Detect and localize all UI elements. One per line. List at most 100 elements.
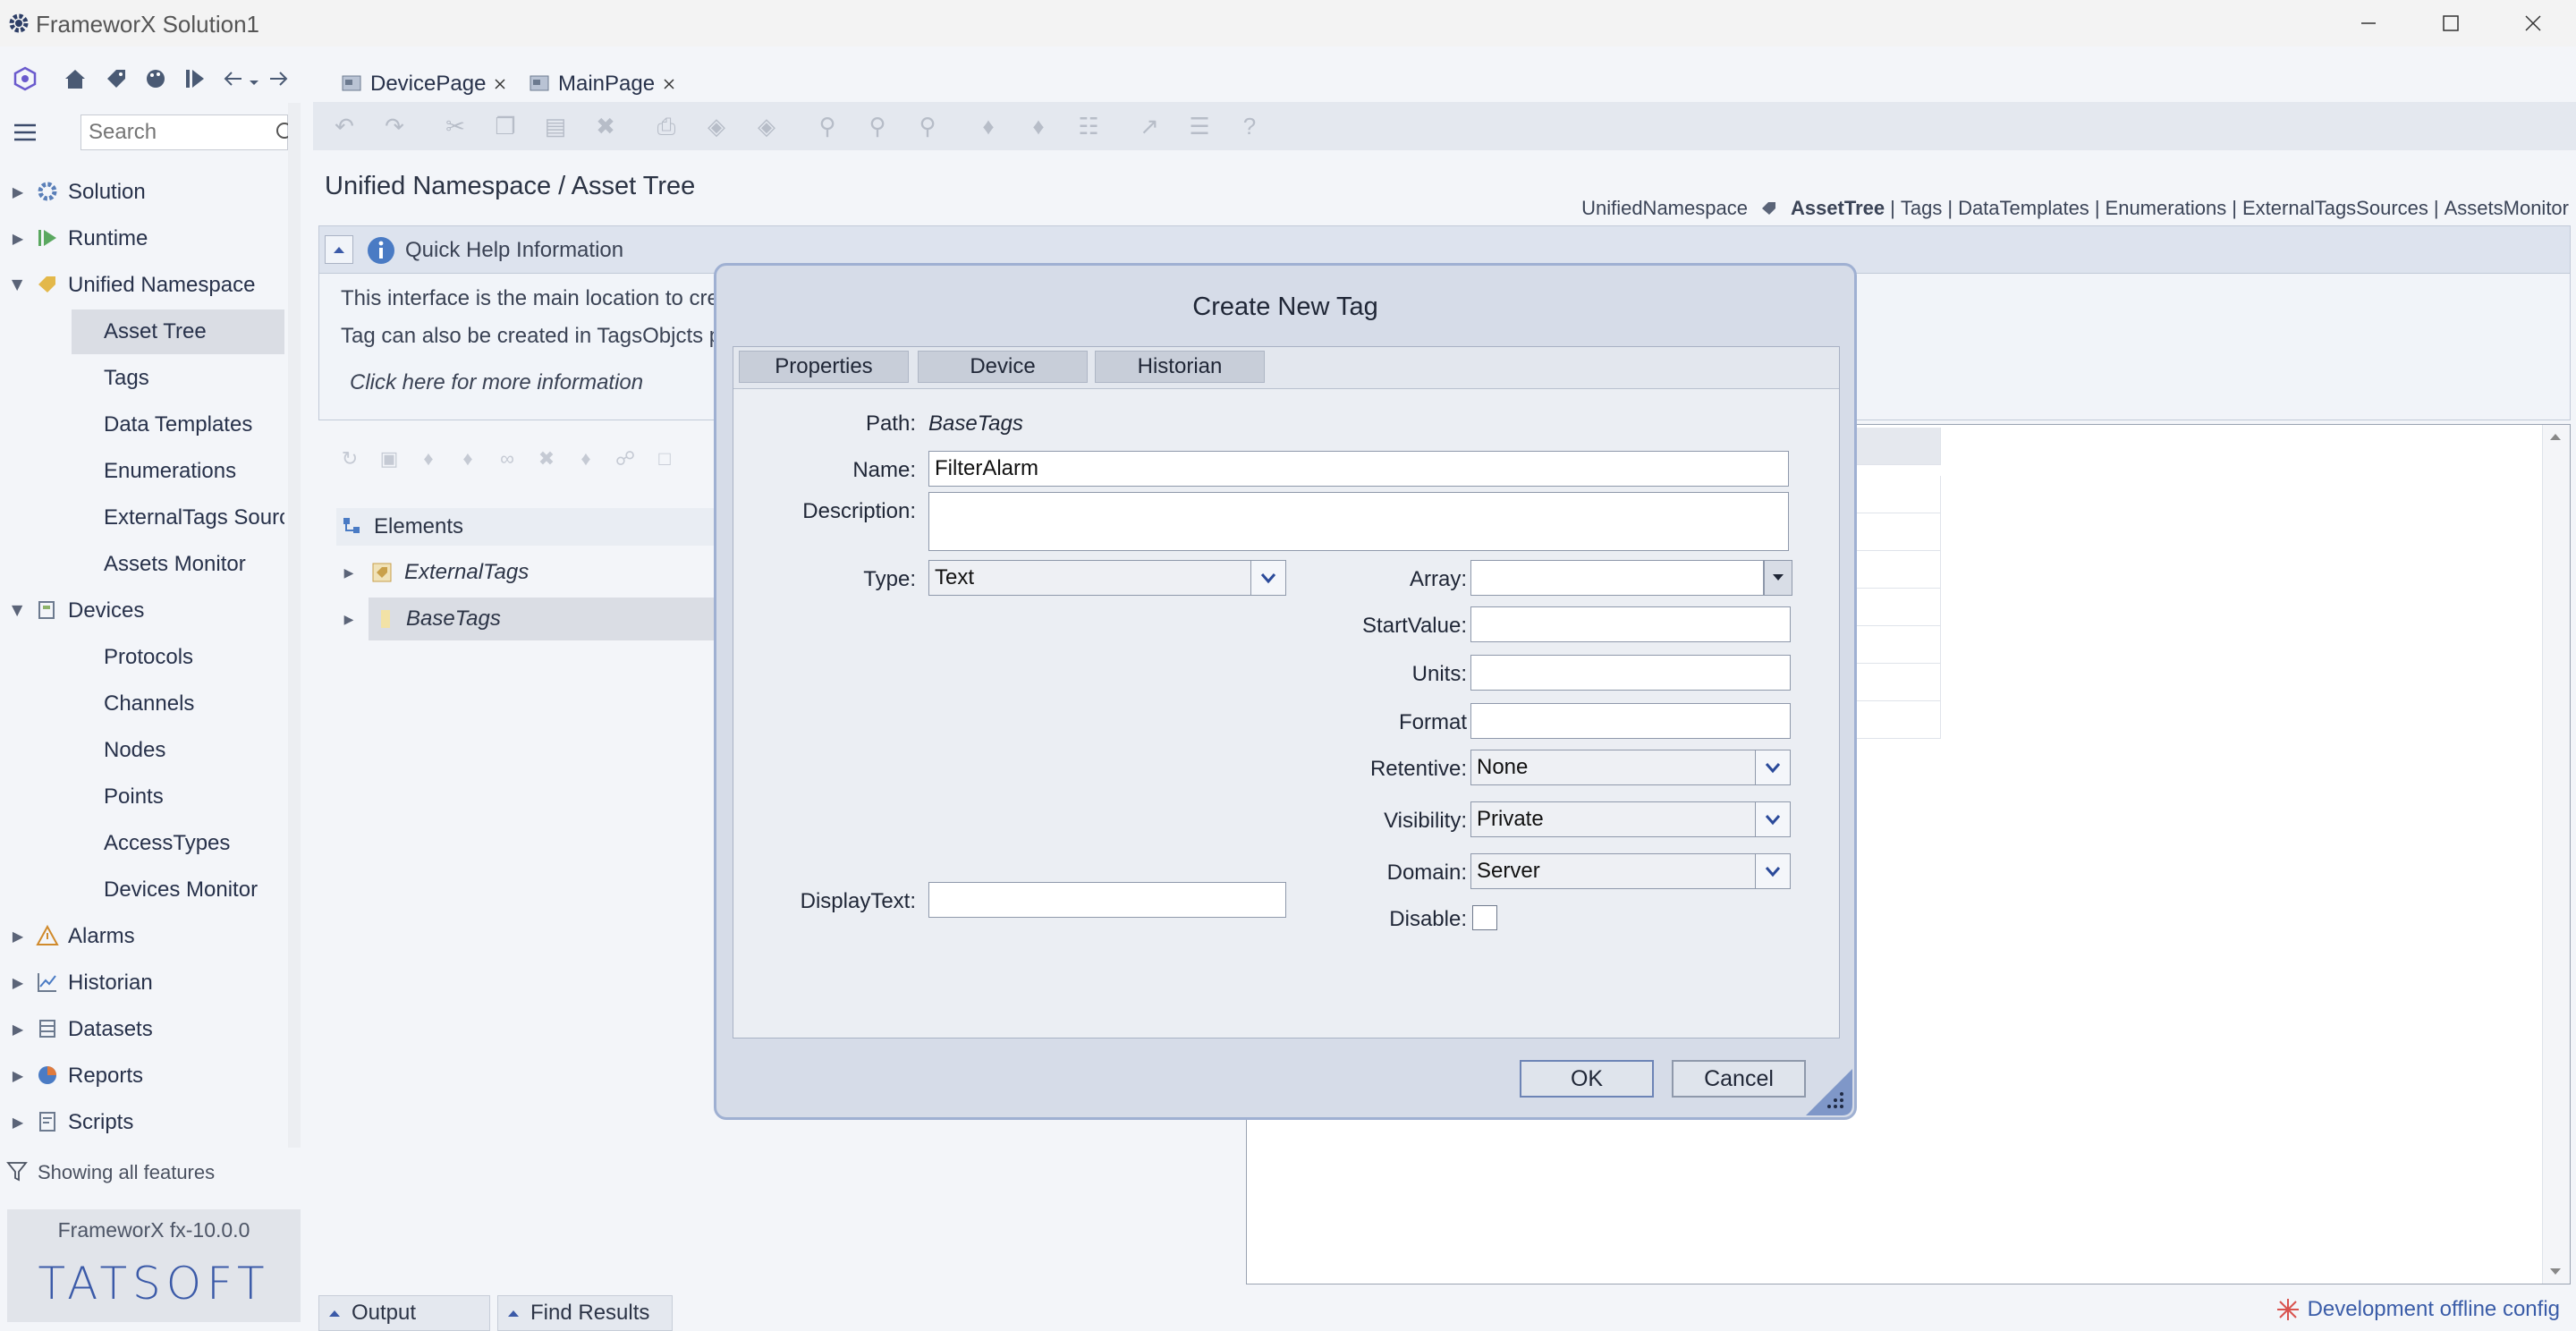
array-input[interactable] <box>1470 560 1764 596</box>
visibility-select[interactable]: Private <box>1470 801 1791 837</box>
units-input[interactable] <box>1470 655 1791 691</box>
tree-row-basetags[interactable]: ▶ BaseTags <box>344 598 716 640</box>
refresh-icon[interactable]: ↻ <box>338 447 361 471</box>
hierarchy-icon[interactable]: ☷ <box>1075 113 1102 140</box>
close-tab-icon[interactable] <box>662 77 676 91</box>
nav-subitem-asset-tree[interactable]: Asset Tree <box>72 309 284 354</box>
find-icon[interactable]: ⚲ <box>814 113 841 140</box>
nav-item-unified-namespace[interactable]: ▶ Unified Namespace <box>0 263 284 308</box>
search-input[interactable] <box>80 114 288 150</box>
nav-item-historian[interactable]: ▶ Historian <box>0 961 284 1005</box>
nav-item-scripts[interactable]: ▶ Scripts <box>0 1100 284 1145</box>
tag-link-icon[interactable]: ♦ <box>574 447 597 471</box>
breadcrumb-tags[interactable]: Tags <box>1901 197 1942 220</box>
breadcrumb-assettree[interactable]: AssetTree <box>1791 197 1885 220</box>
left-scrollbar[interactable] <box>288 103 301 1148</box>
nav-item-solution[interactable]: ▶ Solution <box>0 170 284 215</box>
displaytext-input[interactable] <box>928 882 1286 918</box>
feature-filter[interactable]: Showing all features <box>0 1154 304 1190</box>
name-input[interactable] <box>928 451 1789 487</box>
nav-item-devices[interactable]: ▶ Devices <box>0 589 284 633</box>
array-dropdown-button[interactable] <box>1764 560 1792 596</box>
nav-subitem-tags[interactable]: Tags <box>72 356 284 401</box>
expand-arrow-icon[interactable]: ▶ <box>0 1067 36 1085</box>
startvalue-input[interactable] <box>1470 606 1791 642</box>
cut-icon[interactable]: ✂ <box>442 113 469 140</box>
forward-icon[interactable] <box>265 63 292 95</box>
document-icon[interactable]: □ <box>653 447 676 471</box>
nav-item-datasets[interactable]: ▶ Datasets <box>0 1007 284 1052</box>
nav-subitem-externaltags-sources[interactable]: ExternalTags Sources <box>72 496 284 540</box>
tag-edit-icon[interactable]: ♦ <box>456 447 479 471</box>
open-external-icon[interactable]: ↗ <box>1136 113 1163 140</box>
scroll-down-icon[interactable] <box>2549 1267 2562 1276</box>
nav-subitem-assets-monitor[interactable]: Assets Monitor <box>72 542 284 587</box>
nav-subitem-points[interactable]: Points <box>72 775 284 819</box>
nav-subitem-protocols[interactable]: Protocols <box>72 635 284 680</box>
close-window-button[interactable] <box>2492 0 2574 47</box>
nav-item-reports[interactable]: ▶ Reports <box>0 1054 284 1098</box>
tab-historian[interactable]: Historian <box>1095 351 1265 383</box>
solution-cube-icon[interactable] <box>9 63 41 95</box>
tag-add-icon[interactable]: ♦ <box>975 113 1002 140</box>
nav-item-runtime[interactable]: ▶ Runtime <box>0 216 284 261</box>
nav-subitem-data-templates[interactable]: Data Templates <box>72 403 284 447</box>
breadcrumb-externaltagssources[interactable]: ExternalTagsSources <box>2242 197 2428 220</box>
breadcrumb-assetsmonitor[interactable]: AssetsMonitor <box>2445 197 2569 220</box>
status-indicator[interactable]: Development offline config <box>2275 1297 2560 1322</box>
output-tab[interactable]: Output <box>318 1295 490 1331</box>
palette-icon[interactable] <box>140 63 172 95</box>
print-icon[interactable]: ⎙ <box>653 113 680 140</box>
collapse-arrow-icon[interactable]: ▶ <box>9 267 27 303</box>
domain-dropdown-button[interactable] <box>1755 854 1790 888</box>
retentive-select[interactable]: None <box>1470 750 1791 785</box>
nav-subitem-accesstypes[interactable]: AccessTypes <box>72 821 284 866</box>
add-tag-icon[interactable]: ♦ <box>417 447 440 471</box>
cancel-button[interactable]: Cancel <box>1672 1060 1806 1098</box>
grid-scrollbar[interactable] <box>2542 425 2570 1284</box>
domain-select[interactable]: Server <box>1470 853 1791 889</box>
expand-arrow-icon[interactable]: ▶ <box>0 183 36 201</box>
hamburger-menu-icon[interactable] <box>11 118 39 147</box>
tag-icon[interactable] <box>100 63 132 95</box>
ok-button[interactable]: OK <box>1520 1060 1654 1098</box>
undo-icon[interactable]: ↶ <box>331 113 358 140</box>
more-info-link[interactable]: Click here for more information <box>350 370 643 395</box>
paste-icon[interactable]: ▤ <box>542 113 569 140</box>
find-user-icon[interactable]: ⚲ <box>864 113 891 140</box>
collapse-arrow-icon[interactable]: ▶ <box>9 593 27 629</box>
resize-grip-icon[interactable] <box>1806 1069 1852 1115</box>
nav-item-alarms[interactable]: ▶ Alarms <box>0 914 284 959</box>
expand-arrow-icon[interactable]: ▶ <box>0 1114 36 1132</box>
tab-device[interactable]: Device <box>918 351 1088 383</box>
breadcrumb-enumerations[interactable]: Enumerations <box>2106 197 2227 220</box>
help-icon[interactable]: ? <box>1236 113 1263 140</box>
description-input[interactable] <box>928 492 1789 551</box>
chain-icon[interactable]: ☍ <box>614 447 637 471</box>
close-tab-icon[interactable] <box>493 77 507 91</box>
minimize-button[interactable] <box>2327 0 2410 47</box>
find-results-tab[interactable]: Find Results <box>497 1295 673 1331</box>
expand-arrow-icon[interactable]: ▶ <box>336 612 361 627</box>
find-remove-icon[interactable]: ⚲ <box>914 113 941 140</box>
comment-icon[interactable]: ☰ <box>1186 113 1213 140</box>
maximize-button[interactable] <box>2410 0 2492 47</box>
expand-arrow-icon[interactable]: ▶ <box>0 974 36 992</box>
expand-arrow-icon[interactable]: ▶ <box>0 230 36 248</box>
nav-subitem-enumerations[interactable]: Enumerations <box>72 449 284 494</box>
collapse-quick-help-button[interactable] <box>325 235 353 264</box>
redo-icon[interactable]: ↷ <box>381 113 408 140</box>
format-input[interactable] <box>1470 703 1791 739</box>
disable-checkbox[interactable] <box>1472 905 1497 930</box>
nav-subitem-devices-monitor[interactable]: Devices Monitor <box>72 868 284 912</box>
expand-arrow-icon[interactable]: ▶ <box>336 565 361 581</box>
nav-subitem-nodes[interactable]: Nodes <box>72 728 284 773</box>
import-icon[interactable]: ◈ <box>703 113 730 140</box>
export-icon[interactable]: ◈ <box>753 113 780 140</box>
nav-subitem-channels[interactable]: Channels <box>72 682 284 726</box>
tag-check-icon[interactable]: ♦ <box>1025 113 1052 140</box>
visibility-dropdown-button[interactable] <box>1755 802 1790 836</box>
link-icon[interactable]: ∞ <box>496 447 519 471</box>
breadcrumb-root[interactable]: UnifiedNamespace <box>1581 197 1748 220</box>
expand-arrow-icon[interactable]: ▶ <box>0 928 36 945</box>
